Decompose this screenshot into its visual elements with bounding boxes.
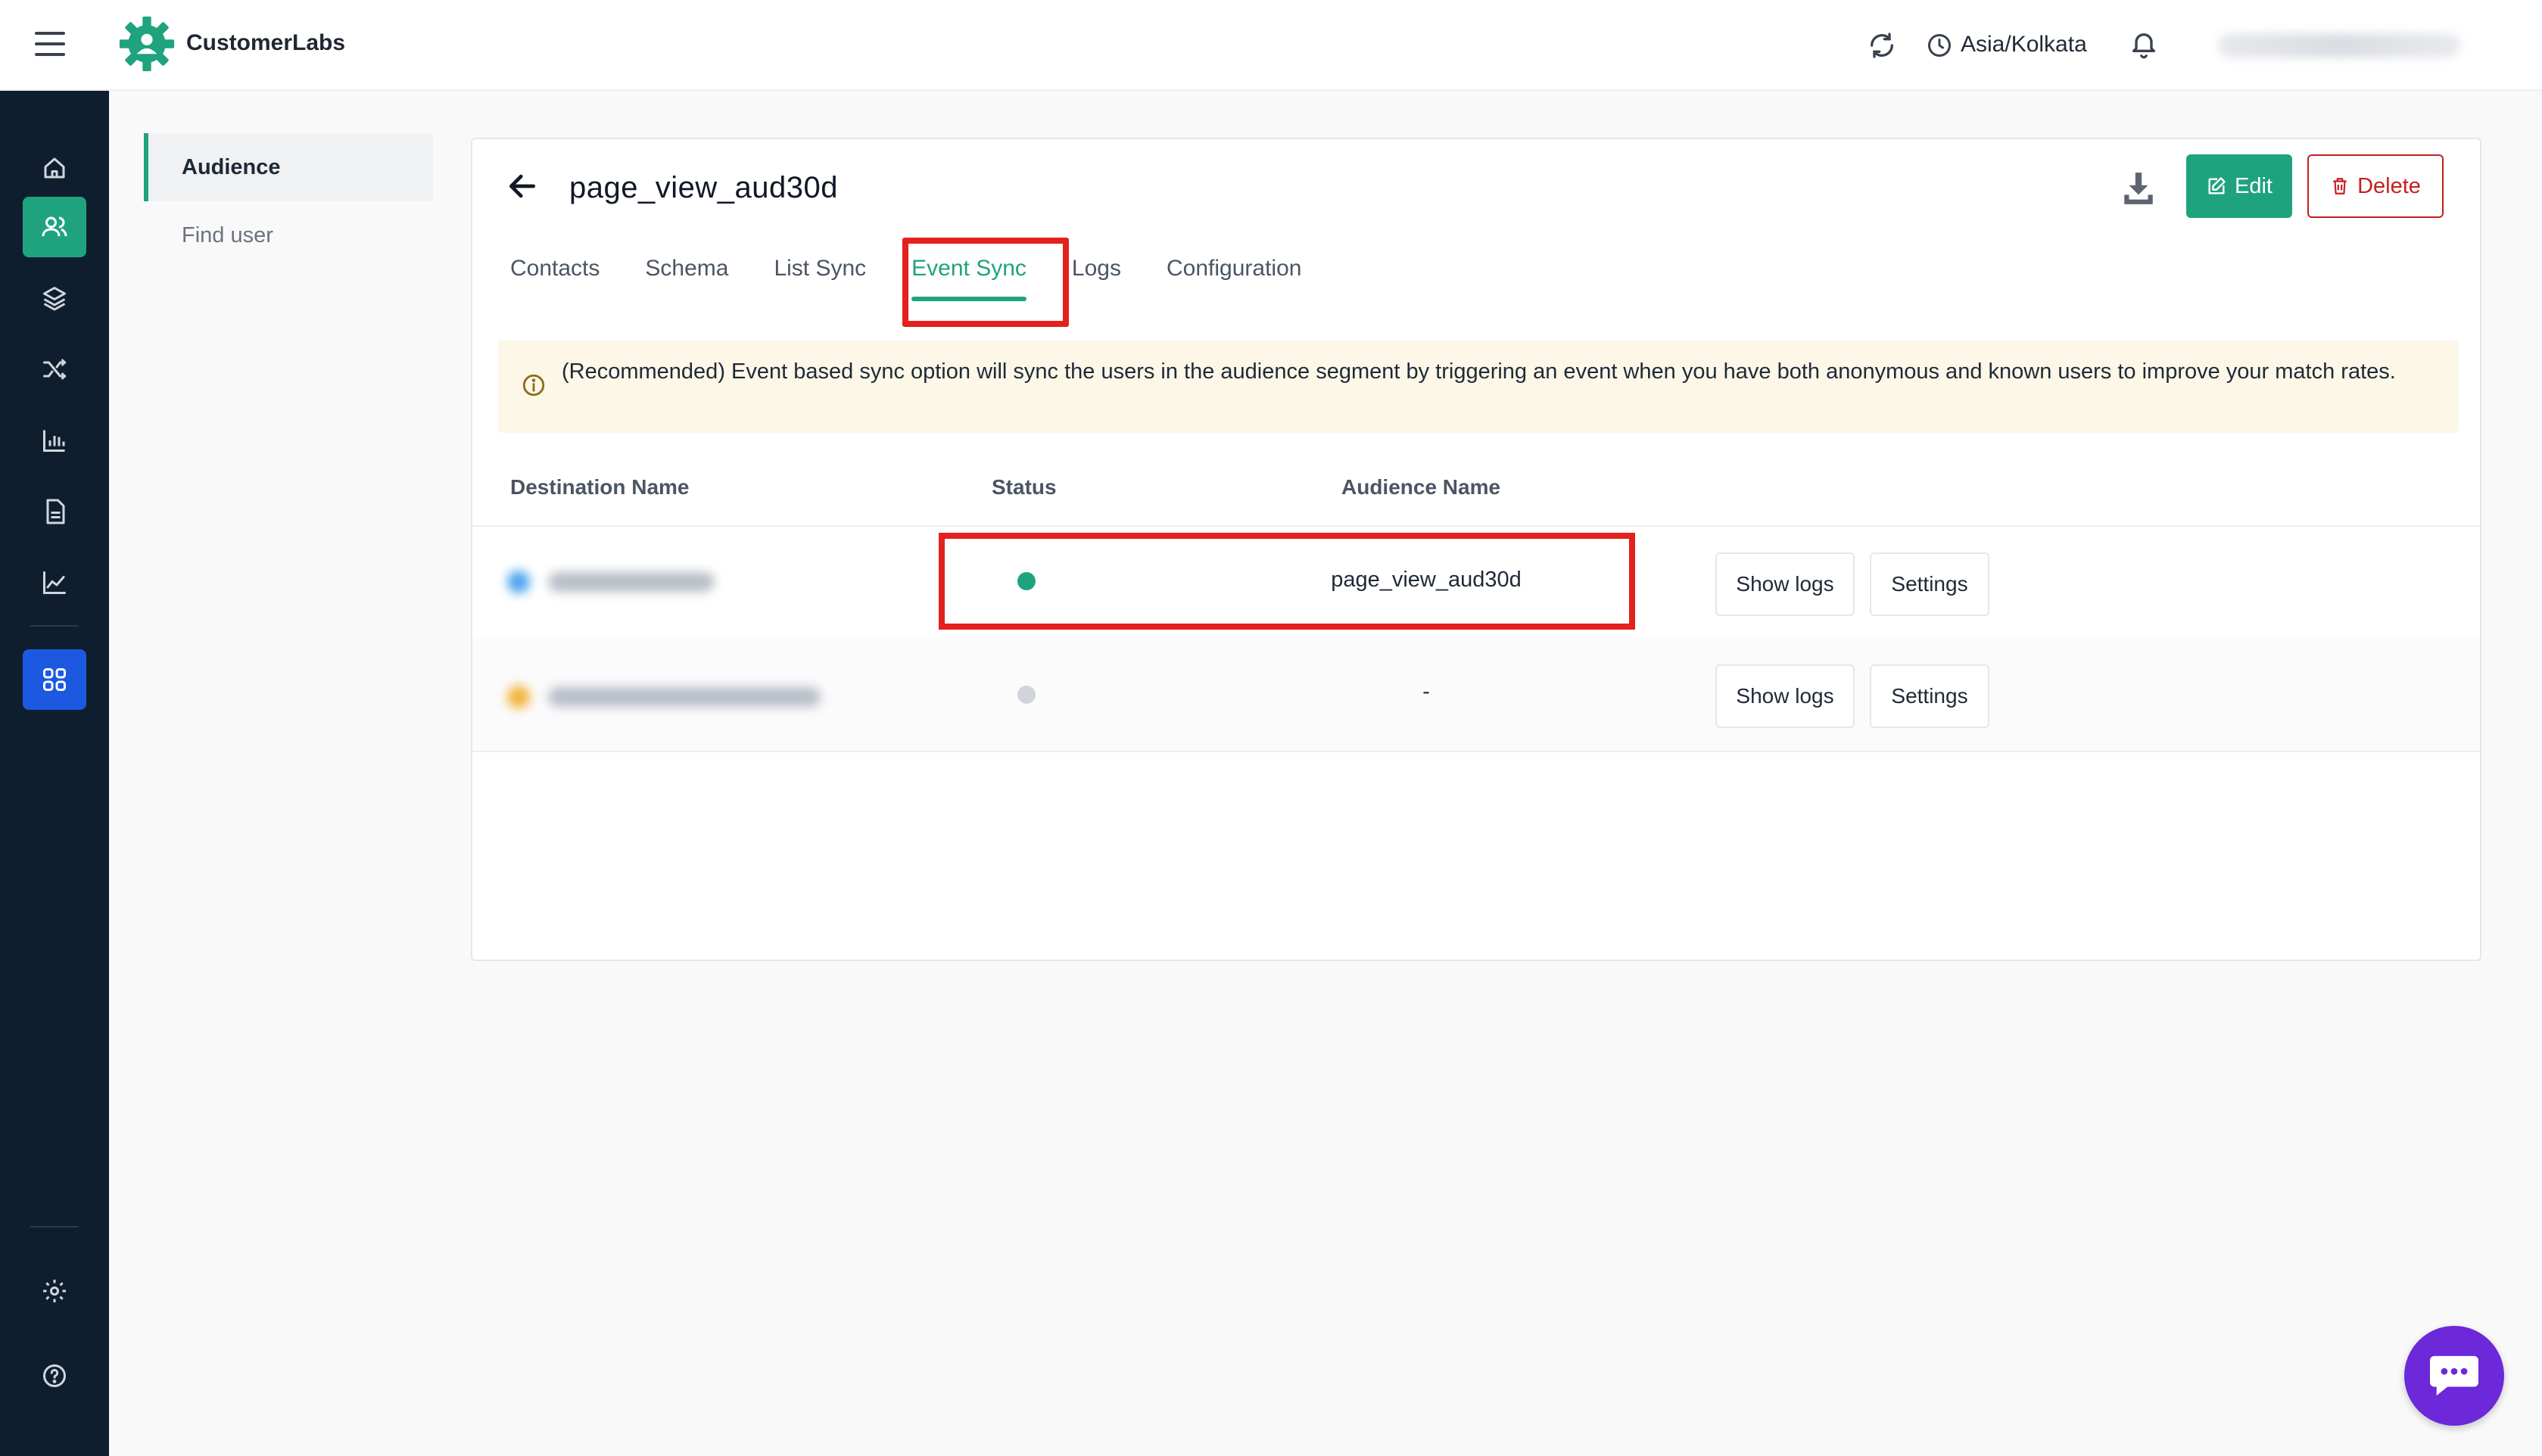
show-logs-button[interactable]: Show logs — [1715, 664, 1855, 728]
edit-button-label: Edit — [2235, 173, 2273, 198]
tab-schema[interactable]: Schema — [645, 256, 728, 301]
download-icon[interactable] — [2120, 170, 2157, 207]
info-icon — [522, 374, 545, 397]
settings-icon — [43, 1280, 66, 1302]
recommendation-banner: (Recommended) Event based sync option wi… — [498, 341, 2459, 433]
apps-grid-icon — [43, 668, 66, 691]
edit-button[interactable]: Edit — [2186, 154, 2292, 218]
subnav-item-find-user[interactable]: Find user — [144, 201, 433, 269]
status-inactive-dot — [1017, 686, 1036, 704]
status-active-dot — [1017, 572, 1036, 590]
tab-list-sync[interactable]: List Sync — [774, 256, 866, 301]
column-header-destination: Destination Name — [510, 475, 690, 499]
destination-logo — [507, 686, 530, 708]
clock-icon — [1928, 34, 1951, 57]
rail-documents[interactable] — [23, 481, 86, 542]
column-header-status: Status — [992, 475, 1057, 499]
rail-apps[interactable] — [23, 649, 86, 710]
bar-chart-icon — [43, 430, 65, 452]
user-account-menu[interactable] — [2218, 33, 2460, 58]
hamburger-icon[interactable] — [35, 32, 65, 58]
brand-name: CustomerLabs — [186, 30, 346, 55]
timezone-label[interactable]: Asia/Kolkata — [1961, 32, 2087, 58]
audience-subnav: Audience Find user — [144, 133, 433, 269]
tab-logs[interactable]: Logs — [1072, 256, 1121, 301]
trash-icon — [2333, 178, 2347, 194]
rail-layers[interactable] — [23, 268, 86, 328]
rail-divider — [30, 625, 79, 627]
settings-button[interactable]: Settings — [1870, 552, 1989, 616]
table-bottom-divider — [472, 751, 2480, 752]
page-title: page_view_aud30d — [569, 171, 838, 204]
layers-icon — [43, 287, 66, 311]
tab-configuration[interactable]: Configuration — [1167, 256, 1301, 301]
destination-logo — [507, 571, 530, 593]
settings-button[interactable]: Settings — [1870, 664, 1989, 728]
tab-contacts[interactable]: Contacts — [510, 256, 600, 301]
rail-analytics[interactable] — [23, 410, 86, 471]
audience-name-cell: page_view_aud30d — [1331, 568, 1522, 592]
edit-icon — [2208, 177, 2226, 194]
destination-name-redacted — [548, 687, 821, 707]
audience-detail-card: page_view_aud30d Edit Delete Contacts Sc… — [471, 138, 2481, 961]
arrow-left-icon[interactable] — [506, 170, 539, 203]
tab-bar: Contacts Schema List Sync Event Sync Log… — [510, 256, 1347, 301]
delete-button[interactable]: Delete — [2307, 154, 2444, 218]
delete-button-label: Delete — [2357, 173, 2421, 198]
trend-icon — [43, 571, 66, 594]
users-icon — [42, 216, 67, 237]
column-header-audience-name: Audience Name — [1341, 475, 1501, 499]
gear-logo-icon — [119, 16, 175, 72]
help-icon — [43, 1364, 66, 1387]
recommendation-text: (Recommended) Event based sync option wi… — [562, 359, 2396, 384]
refresh-icon[interactable] — [1867, 30, 1897, 61]
rail-divider-bottom — [30, 1226, 79, 1227]
audience-name-cell: - — [1422, 680, 1430, 704]
home-icon — [44, 157, 65, 179]
rail-audience[interactable] — [23, 197, 86, 257]
show-logs-button[interactable]: Show logs — [1715, 552, 1855, 616]
subnav-item-audience[interactable]: Audience — [144, 133, 433, 201]
chat-launcher-button[interactable] — [2404, 1326, 2504, 1426]
left-rail — [0, 91, 109, 1456]
top-bar: CustomerLabs Asia/Kolkata — [0, 0, 2542, 91]
tab-event-sync[interactable]: Event Sync — [911, 256, 1026, 301]
rail-settings[interactable] — [23, 1261, 86, 1321]
chat-icon — [2430, 1355, 2478, 1396]
shuffle-icon — [43, 359, 67, 380]
bell-icon[interactable] — [2129, 29, 2159, 61]
rail-home[interactable] — [23, 138, 86, 198]
document-icon — [46, 499, 65, 524]
rail-reports[interactable] — [23, 552, 86, 613]
rail-workflows[interactable] — [23, 339, 86, 400]
destination-name-redacted — [548, 572, 715, 592]
rail-help[interactable] — [23, 1346, 86, 1406]
